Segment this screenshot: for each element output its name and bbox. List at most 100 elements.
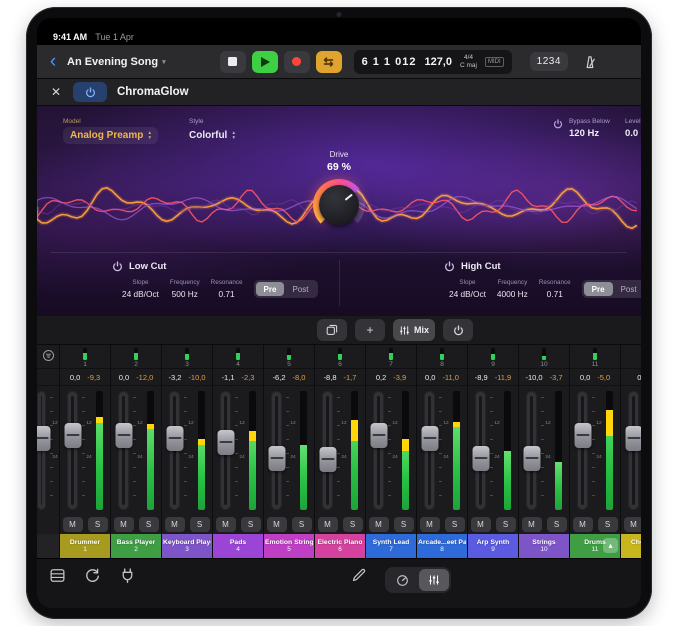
slope-control[interactable]: Slope 24 dB/Oct (449, 279, 486, 299)
mute-button[interactable]: M (522, 517, 542, 532)
resonance-control[interactable]: Resonance 0.71 (539, 279, 571, 299)
mute-button[interactable]: M (471, 517, 491, 532)
browser-button[interactable] (49, 567, 66, 584)
fader-cap[interactable] (421, 426, 438, 451)
collapse-chevron-icon[interactable]: ▴ (603, 538, 618, 553)
volume-fader[interactable] (118, 391, 129, 510)
stepper-icon[interactable]: ▴▾ (232, 131, 235, 141)
add-plugin-button[interactable]: + (355, 319, 385, 341)
volume-fader[interactable] (526, 391, 537, 510)
filter-icon[interactable] (42, 349, 55, 362)
channel-power-button[interactable] (443, 319, 473, 341)
stop-button[interactable] (220, 51, 246, 73)
volume-fader[interactable] (271, 391, 282, 510)
fader-cap[interactable] (370, 423, 387, 448)
mute-button[interactable]: M (63, 517, 83, 532)
track-label[interactable]: Strings10 (519, 534, 569, 558)
level-control[interactable]: Level 0.0 (625, 118, 641, 139)
fader-cap[interactable] (319, 447, 336, 472)
cycle-button[interactable]: ⇆ (316, 51, 342, 73)
track-label[interactable]: Pads4 (213, 534, 263, 558)
close-plugin-icon[interactable]: ✕ (49, 85, 63, 99)
song-title-menu[interactable]: An Evening Song ▾ (67, 56, 166, 68)
pre-button[interactable]: Pre (584, 282, 613, 296)
mute-button[interactable]: M (420, 517, 440, 532)
track-label[interactable]: Emotion Strings5 (264, 534, 314, 558)
mute-button[interactable]: M (573, 517, 593, 532)
drive-knob[interactable] (313, 179, 365, 231)
back-chevron-icon[interactable]: ‹ (47, 53, 59, 71)
model-control[interactable]: Model Analog Preamp ▴▾ (63, 118, 158, 144)
fader-cap[interactable] (625, 426, 641, 451)
volume-fader[interactable] (220, 391, 231, 510)
play-button[interactable] (252, 51, 278, 73)
fader-cap[interactable] (115, 423, 132, 448)
mute-button[interactable]: M (216, 517, 236, 532)
lcd-display[interactable]: 6 1 1 012 127,0 4/4 C maj MIDI (354, 50, 512, 74)
style-control[interactable]: Style Colorful ▴▾ (189, 118, 235, 144)
mute-button[interactable]: M (369, 517, 389, 532)
mute-button[interactable]: M (165, 517, 185, 532)
volume-fader[interactable] (628, 391, 639, 510)
solo-button[interactable]: S (598, 517, 618, 532)
track-label[interactable]: Electric Piano6 (315, 534, 365, 558)
fader-cap[interactable] (166, 426, 183, 451)
solo-button[interactable]: S (139, 517, 159, 532)
track-label[interactable]: Arcade...eet Pad8 (417, 534, 467, 558)
plugin-power-button[interactable] (73, 82, 107, 102)
solo-button[interactable]: S (190, 517, 210, 532)
volume-fader[interactable] (67, 391, 78, 510)
stepper-icon[interactable]: ▴▾ (148, 131, 151, 141)
playhead-position[interactable]: 6 1 1 012 (362, 56, 417, 68)
record-button[interactable] (284, 51, 310, 73)
resonance-control[interactable]: Resonance 0.71 (211, 279, 243, 299)
time-signature-key[interactable]: 4/4 C maj (460, 54, 477, 70)
volume-fader[interactable] (475, 391, 486, 510)
mute-button[interactable]: M (318, 517, 338, 532)
volume-fader[interactable] (322, 391, 333, 510)
mute-button[interactable]: M (624, 517, 642, 532)
volume-fader[interactable] (373, 391, 384, 510)
track-label[interactable]: Keyboard Player3 (162, 534, 212, 558)
fader-cap[interactable] (574, 423, 591, 448)
high-cut-power-button[interactable] (444, 261, 455, 272)
frequency-control[interactable]: Frequency 500 Hz (170, 279, 200, 299)
solo-button[interactable]: S (445, 517, 465, 532)
mute-button[interactable]: M (267, 517, 287, 532)
fader-cap[interactable] (37, 426, 50, 451)
metronome-button[interactable] (582, 54, 598, 70)
duplicate-button[interactable] (317, 319, 347, 341)
solo-button[interactable]: S (496, 517, 516, 532)
pre-button[interactable]: Pre (256, 282, 285, 296)
slope-control[interactable]: Slope 24 dB/Oct (122, 279, 159, 299)
post-button[interactable]: Post (613, 282, 641, 296)
track-label[interactable]: Bass Player2 (111, 534, 161, 558)
tempo-value[interactable]: 127,0 (424, 56, 452, 68)
controls-button[interactable] (387, 569, 417, 591)
fader-cap[interactable] (523, 446, 540, 471)
solo-button[interactable]: S (547, 517, 567, 532)
volume-fader[interactable] (577, 391, 588, 510)
volume-fader[interactable] (424, 391, 435, 510)
fader-cap[interactable] (64, 423, 81, 448)
mix-view-button[interactable]: Mix (393, 319, 435, 341)
count-in-button[interactable]: 1234 (530, 52, 568, 71)
solo-button[interactable]: S (88, 517, 108, 532)
plug-button[interactable] (119, 567, 136, 584)
master-fader[interactable] (37, 391, 46, 510)
edit-pencil-button[interactable] (351, 567, 367, 583)
track-label[interactable]: Chorus V12 (621, 534, 641, 558)
solo-button[interactable]: S (394, 517, 414, 532)
solo-button[interactable]: S (241, 517, 261, 532)
loops-button[interactable] (84, 567, 101, 584)
fader-cap[interactable] (472, 446, 489, 471)
fader-cap[interactable] (217, 430, 234, 455)
track-label[interactable]: Drummer1 (60, 534, 110, 558)
track-label[interactable]: Arp Synth9 (468, 534, 518, 558)
solo-button[interactable]: S (343, 517, 363, 532)
low-cut-power-button[interactable] (112, 261, 123, 272)
track-label[interactable]: Synth Lead7 (366, 534, 416, 558)
volume-fader[interactable] (169, 391, 180, 510)
solo-button[interactable]: S (292, 517, 312, 532)
post-button[interactable]: Post (284, 282, 316, 296)
